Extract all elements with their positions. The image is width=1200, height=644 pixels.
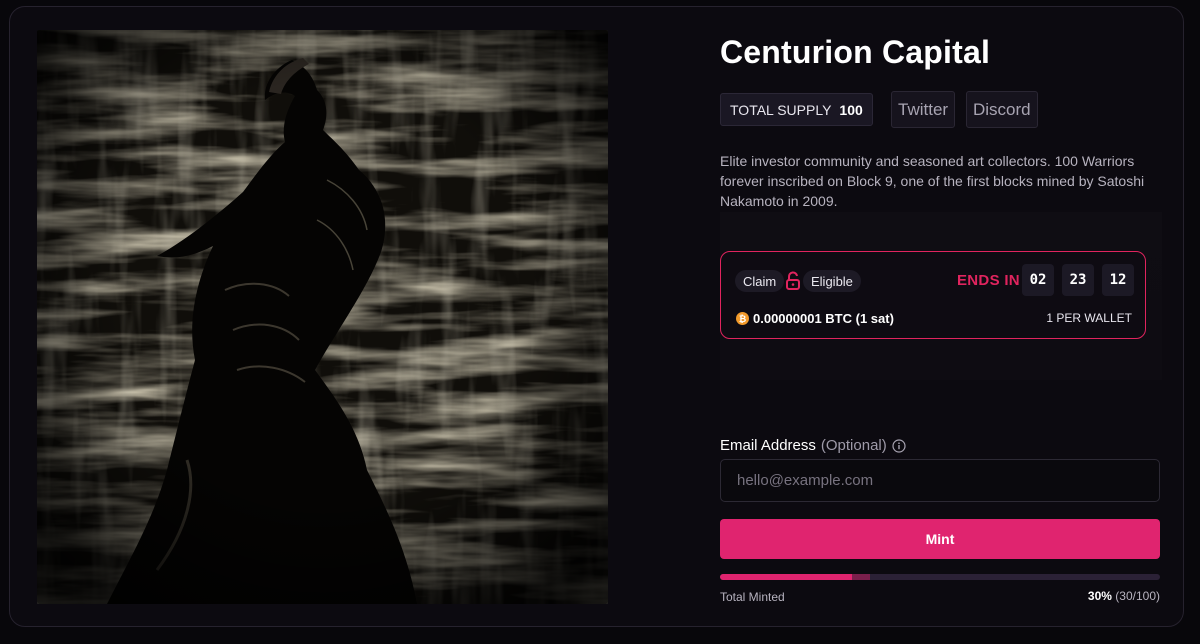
- collection-description: Elite investor community and seasoned ar…: [720, 153, 1145, 209]
- eligible-badge: Eligible: [803, 270, 861, 292]
- total-minted-stat: 30% (30/100): [1088, 589, 1160, 603]
- supply-label: TOTAL SUPPLY: [730, 101, 832, 118]
- info-icon[interactable]: [892, 438, 906, 453]
- claim-phase-card[interactable]: Claim Eligible ENDS IN 02 23 12 ₿ 0.0000…: [720, 251, 1146, 339]
- total-minted-label: Total Minted: [720, 590, 785, 604]
- collection-title: Centurion Capital: [720, 34, 991, 70]
- countdown-minutes: 23: [1062, 264, 1094, 296]
- bitcoin-icon: ₿: [736, 312, 749, 325]
- discord-link[interactable]: Discord: [966, 91, 1038, 128]
- countdown-seconds: 12: [1102, 264, 1134, 296]
- claim-badge: Claim: [735, 270, 785, 292]
- minted-percent: 30%: [1087, 589, 1112, 603]
- twitter-link[interactable]: Twitter: [891, 91, 956, 128]
- wallet-limit: 1 PER WALLET: [1046, 311, 1132, 325]
- email-label: Email Address (Optional): [720, 437, 906, 454]
- email-optional-text: (Optional): [820, 437, 887, 454]
- minted-count: (30/100): [1115, 589, 1160, 603]
- supply-value: 100: [839, 101, 863, 118]
- svg-text:₿: ₿: [739, 314, 746, 325]
- total-supply-badge: TOTAL SUPPLY 100: [720, 93, 873, 126]
- mint-progress-bar: [720, 574, 1160, 580]
- email-input[interactable]: [720, 459, 1160, 502]
- warrior-image: [37, 30, 608, 604]
- collection-artwork: [37, 30, 608, 604]
- email-label-text: Email Address: [720, 437, 816, 454]
- mint-price: 0.00000001 BTC (1 sat): [753, 311, 894, 326]
- unlock-icon: [786, 271, 800, 290]
- mint-progress-pending: [852, 574, 870, 580]
- mint-button[interactable]: Mint: [720, 519, 1160, 559]
- countdown-hours: 02: [1022, 264, 1054, 296]
- ends-in-label: ENDS IN: [957, 272, 1020, 289]
- mint-progress-fill: [720, 574, 852, 580]
